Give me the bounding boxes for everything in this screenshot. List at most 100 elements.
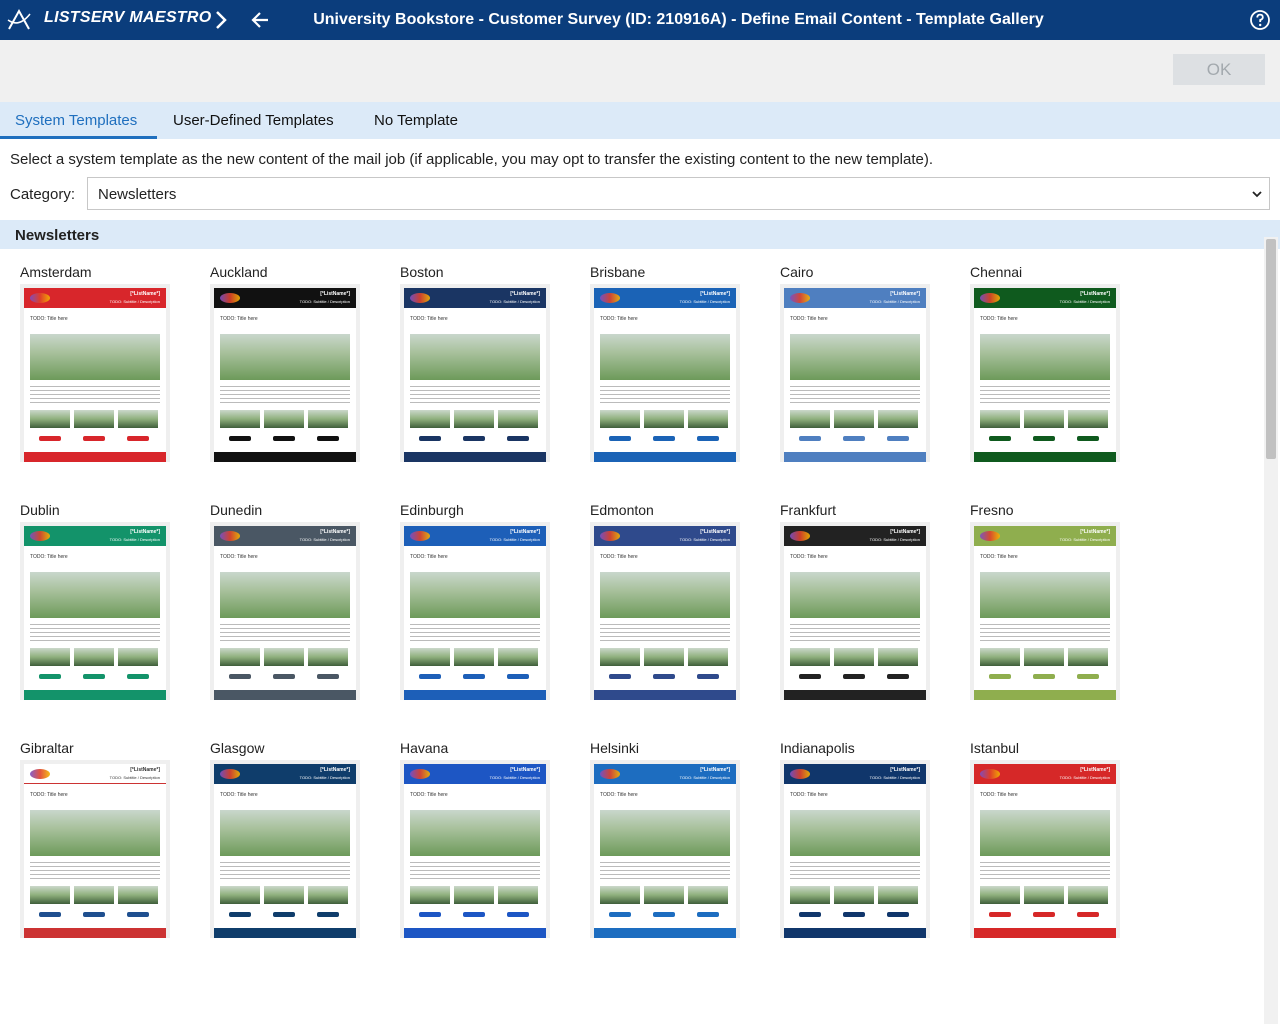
- template-footer: [24, 928, 166, 938]
- template-read-more-button: [317, 912, 339, 917]
- template-title: TODO: Title here: [220, 316, 258, 322]
- template-footer: [214, 928, 356, 938]
- template-thumbnail[interactable]: [*ListName*] TODO: Subtitle / Description…: [590, 760, 740, 938]
- template-text-block: [410, 624, 540, 642]
- template-logo-icon: [410, 769, 430, 779]
- template-preview: [*ListName*] TODO: Subtitle / Description…: [24, 764, 166, 938]
- template-logo-icon: [790, 531, 810, 541]
- template-read-more-button: [887, 436, 909, 441]
- template-thumbnail[interactable]: [*ListName*] TODO: Subtitle / Description…: [210, 522, 360, 700]
- template-thumbnail[interactable]: [*ListName*] TODO: Subtitle / Description…: [210, 760, 360, 938]
- template-thumbnail[interactable]: [*ListName*] TODO: Subtitle / Description…: [780, 760, 930, 938]
- template-thumb-image: [1068, 410, 1108, 428]
- template-read-more-button: [799, 912, 821, 917]
- template-thumb-image: [30, 410, 70, 428]
- template-text-block: [790, 624, 920, 642]
- template-logo-icon: [220, 531, 240, 541]
- page-title: University Bookstore - Customer Survey (…: [313, 11, 1044, 28]
- category-label: Category:: [10, 186, 76, 203]
- template-read-more-button: [273, 436, 295, 441]
- template-listname: [*ListName*]: [130, 291, 160, 297]
- template-thumb-image: [308, 648, 348, 666]
- app-header: LISTSERV MAESTRO University Bookstore - …: [0, 0, 1280, 40]
- template-hero-image: [600, 810, 730, 856]
- template-preview: [*ListName*] TODO: Subtitle / Description…: [784, 764, 926, 938]
- template-read-more-button: [463, 912, 485, 917]
- template-thumb-image: [410, 410, 450, 428]
- template-title: TODO: Title here: [410, 554, 448, 560]
- template-thumbnail[interactable]: [*ListName*] TODO: Subtitle / Description…: [970, 522, 1120, 700]
- template-read-more-button: [127, 912, 149, 917]
- template-name: Auckland: [210, 264, 268, 280]
- template-thumb-image: [454, 648, 494, 666]
- template-read-more-button: [273, 674, 295, 679]
- template-subtitle: TODO: Subtitle / Description: [489, 299, 540, 304]
- category-select[interactable]: Newsletters: [87, 177, 1270, 210]
- template-text-block: [410, 862, 540, 880]
- scrollbar[interactable]: [1264, 237, 1278, 1024]
- template-listname: [*ListName*]: [1080, 767, 1110, 773]
- template-text-block: [790, 386, 920, 404]
- template-thumbnail[interactable]: [*ListName*] TODO: Subtitle / Description…: [20, 284, 170, 462]
- template-hero-image: [600, 572, 730, 618]
- template-listname: [*ListName*]: [320, 529, 350, 535]
- template-read-more-button: [83, 912, 105, 917]
- template-hero-image: [410, 810, 540, 856]
- template-thumbnail[interactable]: [*ListName*] TODO: Subtitle / Description…: [970, 284, 1120, 462]
- template-thumb-image: [688, 648, 728, 666]
- template-text-block: [410, 386, 540, 404]
- template-name: Boston: [400, 264, 444, 280]
- template-text-block: [980, 624, 1110, 642]
- ok-button[interactable]: OK: [1173, 54, 1265, 85]
- template-thumbnail[interactable]: [*ListName*] TODO: Subtitle / Description…: [400, 760, 550, 938]
- template-subtitle: TODO: Subtitle / Description: [299, 537, 350, 542]
- template-subtitle: TODO: Subtitle / Description: [869, 537, 920, 542]
- template-thumb-image: [644, 648, 684, 666]
- template-text-block: [30, 386, 160, 404]
- template-subtitle: TODO: Subtitle / Description: [869, 299, 920, 304]
- template-thumbnail[interactable]: [*ListName*] TODO: Subtitle / Description…: [590, 284, 740, 462]
- template-listname: [*ListName*]: [130, 767, 160, 773]
- template-read-more-button: [609, 912, 631, 917]
- template-thumbnail[interactable]: [*ListName*] TODO: Subtitle / Description…: [400, 284, 550, 462]
- template-thumbnail[interactable]: [*ListName*] TODO: Subtitle / Description…: [400, 522, 550, 700]
- template-thumbnail[interactable]: [*ListName*] TODO: Subtitle / Description…: [590, 522, 740, 700]
- tab-user-defined-templates[interactable]: User-Defined Templates: [173, 112, 334, 129]
- template-thumbnail[interactable]: [*ListName*] TODO: Subtitle / Description…: [20, 760, 170, 938]
- template-preview-header: [*ListName*] TODO: Subtitle / Description: [784, 288, 926, 308]
- template-preview: [*ListName*] TODO: Subtitle / Description…: [974, 764, 1116, 938]
- template-thumbnail[interactable]: [*ListName*] TODO: Subtitle / Description…: [210, 284, 360, 462]
- template-text-block: [790, 862, 920, 880]
- template-logo-icon: [410, 531, 430, 541]
- template-preview: [*ListName*] TODO: Subtitle / Description…: [214, 764, 356, 938]
- template-preview: [*ListName*] TODO: Subtitle / Description…: [974, 526, 1116, 700]
- tab-no-template[interactable]: No Template: [374, 112, 458, 129]
- template-thumbnail[interactable]: [*ListName*] TODO: Subtitle / Description…: [970, 760, 1120, 938]
- template-thumb-image: [220, 886, 260, 904]
- template-hero-image: [790, 334, 920, 380]
- template-subtitle: TODO: Subtitle / Description: [489, 775, 540, 780]
- template-hero-image: [30, 810, 160, 856]
- template-read-more-button: [83, 436, 105, 441]
- template-footer: [214, 452, 356, 462]
- template-read-more-button: [463, 436, 485, 441]
- template-preview: [*ListName*] TODO: Subtitle / Description…: [404, 526, 546, 700]
- template-thumb-image: [688, 886, 728, 904]
- tab-system-templates[interactable]: System Templates: [15, 112, 137, 129]
- template-thumbnail[interactable]: [*ListName*] TODO: Subtitle / Description…: [20, 522, 170, 700]
- template-listname: [*ListName*]: [320, 291, 350, 297]
- template-read-more-button: [653, 436, 675, 441]
- template-read-more-button: [127, 674, 149, 679]
- help-icon[interactable]: [1249, 9, 1271, 31]
- template-thumbnail[interactable]: [*ListName*] TODO: Subtitle / Description…: [780, 522, 930, 700]
- template-panel: Select a system template as the new cont…: [0, 139, 1280, 1024]
- template-tabs: System Templates User-Defined Templates …: [0, 102, 1280, 139]
- template-preview-header: [*ListName*] TODO: Subtitle / Description: [404, 526, 546, 546]
- template-listname: [*ListName*]: [890, 529, 920, 535]
- template-title: TODO: Title here: [600, 316, 638, 322]
- template-listname: [*ListName*]: [130, 529, 160, 535]
- template-thumb-image: [74, 410, 114, 428]
- scrollbar-thumb[interactable]: [1266, 239, 1276, 459]
- template-thumbnail[interactable]: [*ListName*] TODO: Subtitle / Description…: [780, 284, 930, 462]
- template-thumb-image: [118, 648, 158, 666]
